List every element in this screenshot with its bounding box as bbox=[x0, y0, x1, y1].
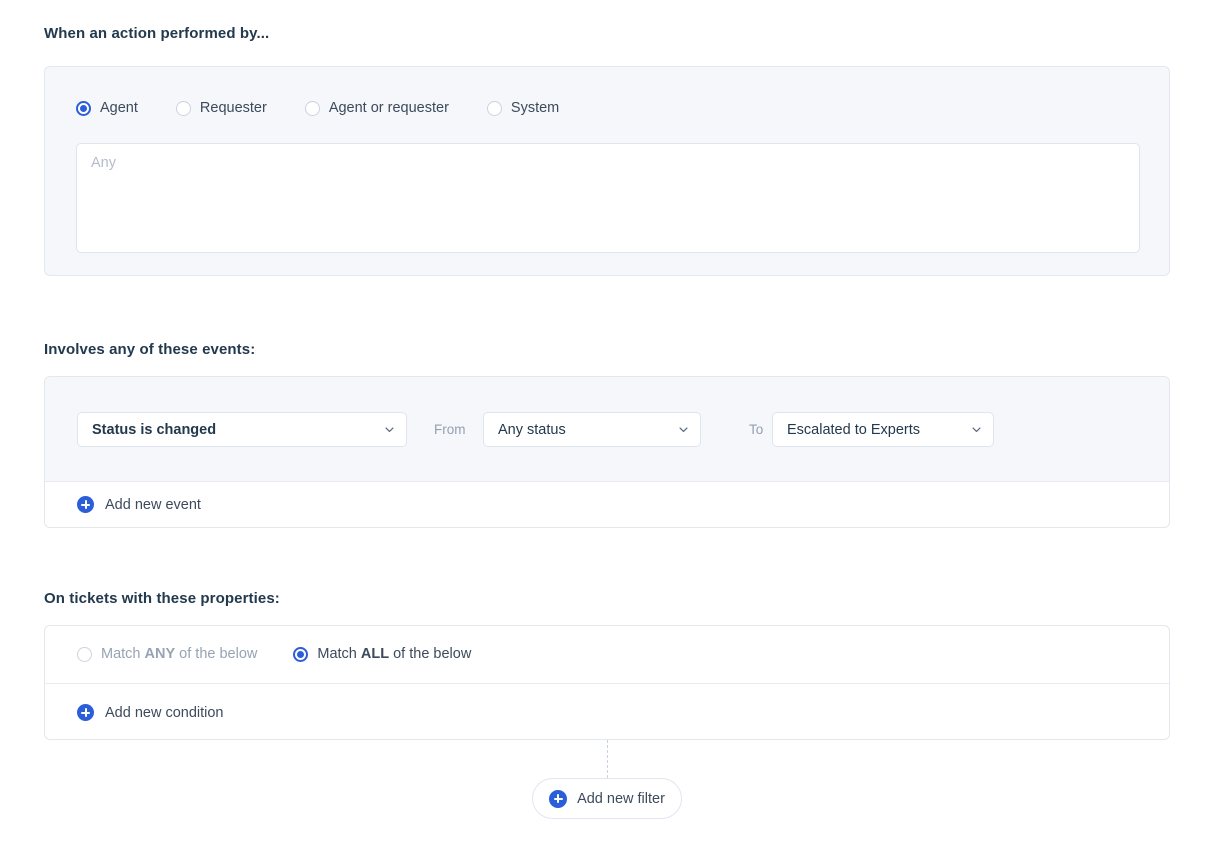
match-any-prefix: Match bbox=[101, 646, 145, 662]
radio-label-agent-or-requester: Agent or requester bbox=[329, 100, 449, 116]
radio-option-agent-or-requester[interactable]: Agent or requester bbox=[305, 100, 449, 116]
event-type-select-value: Status is changed bbox=[92, 422, 216, 438]
events-panel bbox=[44, 376, 1170, 528]
to-status-select[interactable]: Escalated to Experts bbox=[772, 412, 994, 447]
conditions-panel-divider bbox=[45, 683, 1169, 684]
match-mode-radio-group: Match ANY of the below Match ALL of the … bbox=[77, 646, 471, 662]
match-all-emphasis: ALL bbox=[361, 646, 389, 662]
chevron-down-icon bbox=[972, 425, 981, 434]
radio-label-agent: Agent bbox=[100, 100, 138, 116]
match-any-suffix: of the below bbox=[175, 646, 257, 662]
add-new-filter-button[interactable]: Add new filter bbox=[532, 778, 682, 819]
events-section-heading: Involves any of these events: bbox=[44, 341, 255, 358]
radio-mark-agent-or-requester bbox=[305, 101, 320, 116]
chevron-down-icon bbox=[679, 425, 688, 434]
to-label: To bbox=[749, 422, 763, 437]
match-all-prefix: Match bbox=[317, 646, 361, 662]
conditions-panel bbox=[44, 625, 1170, 740]
filter-connector-line bbox=[607, 740, 608, 778]
add-new-filter-label: Add new filter bbox=[577, 791, 665, 807]
performer-section-heading: When an action performed by... bbox=[44, 25, 269, 42]
to-status-select-value: Escalated to Experts bbox=[787, 422, 920, 438]
add-new-event-label: Add new event bbox=[105, 497, 201, 513]
radio-mark-system bbox=[487, 101, 502, 116]
radio-label-match-any: Match ANY of the below bbox=[101, 646, 257, 662]
match-any-emphasis: ANY bbox=[145, 646, 176, 662]
performer-radio-group: Agent Requester Agent or requester Syste… bbox=[76, 100, 559, 116]
from-status-select-value: Any status bbox=[498, 422, 566, 438]
plus-circle-icon bbox=[77, 496, 94, 513]
plus-circle-icon bbox=[549, 790, 567, 808]
radio-label-match-all: Match ALL of the below bbox=[317, 646, 471, 662]
events-panel-divider bbox=[45, 481, 1169, 482]
radio-mark-agent bbox=[76, 101, 91, 116]
performer-input[interactable]: Any bbox=[76, 143, 1140, 253]
chevron-down-icon bbox=[385, 425, 394, 434]
add-new-condition-button[interactable]: Add new condition bbox=[77, 704, 224, 721]
performer-input-placeholder: Any bbox=[91, 155, 116, 171]
radio-label-requester: Requester bbox=[200, 100, 267, 116]
radio-option-agent[interactable]: Agent bbox=[76, 100, 138, 116]
automation-rule-builder: When an action performed by... Agent Req… bbox=[0, 0, 1213, 842]
radio-mark-match-any bbox=[77, 647, 92, 662]
match-all-suffix: of the below bbox=[389, 646, 471, 662]
radio-option-match-all[interactable]: Match ALL of the below bbox=[293, 646, 471, 662]
radio-option-requester[interactable]: Requester bbox=[176, 100, 267, 116]
plus-circle-icon bbox=[77, 704, 94, 721]
add-new-condition-label: Add new condition bbox=[105, 705, 224, 721]
radio-option-match-any[interactable]: Match ANY of the below bbox=[77, 646, 257, 662]
radio-label-system: System bbox=[511, 100, 559, 116]
event-type-select[interactable]: Status is changed bbox=[77, 412, 407, 447]
from-status-select[interactable]: Any status bbox=[483, 412, 701, 447]
radio-mark-requester bbox=[176, 101, 191, 116]
radio-option-system[interactable]: System bbox=[487, 100, 559, 116]
conditions-section-heading: On tickets with these properties: bbox=[44, 590, 280, 607]
radio-mark-match-all bbox=[293, 647, 308, 662]
add-new-event-button[interactable]: Add new event bbox=[77, 496, 201, 513]
from-label: From bbox=[434, 422, 466, 437]
